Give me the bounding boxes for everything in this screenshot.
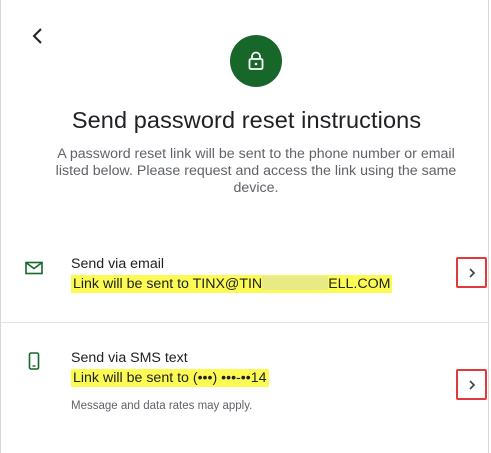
lock-badge bbox=[230, 35, 282, 87]
mail-icon bbox=[25, 261, 43, 275]
email-detail-suffix: ELL.COM bbox=[328, 276, 391, 292]
redacted-block bbox=[262, 276, 329, 290]
sms-option-note: Message and data rates may apply. bbox=[71, 400, 253, 412]
sms-option-title: Send via SMS text bbox=[71, 350, 188, 366]
page-title: Send password reset instructions bbox=[71, 107, 422, 133]
divider bbox=[1, 322, 490, 323]
chevron-left-icon bbox=[32, 28, 42, 44]
chevron-right-icon bbox=[468, 267, 475, 278]
send-via-sms-option[interactable]: Send via SMS text Link will be sent to (… bbox=[1, 344, 491, 424]
send-via-email-option[interactable]: Send via email Link will be sent to TINX… bbox=[1, 250, 491, 310]
page-description: A password reset link will be sent to th… bbox=[55, 146, 457, 196]
back-button[interactable] bbox=[29, 26, 47, 46]
dialog-frame: Send password reset instructions A passw… bbox=[0, 0, 491, 453]
phone-icon bbox=[28, 352, 40, 370]
chevron-right-icon bbox=[468, 379, 475, 390]
email-detail-prefix: Link will be sent to TINX@TIN bbox=[73, 276, 263, 292]
sms-chevron-button[interactable] bbox=[456, 369, 487, 400]
email-option-detail: Link will be sent to TINX@TIN ELL.COM bbox=[71, 275, 393, 293]
email-option-title: Send via email bbox=[71, 256, 165, 272]
email-chevron-button[interactable] bbox=[456, 257, 487, 288]
lock-icon bbox=[248, 51, 264, 70]
sms-option-detail: Link will be sent to (•••) •••-••14 bbox=[71, 369, 269, 387]
